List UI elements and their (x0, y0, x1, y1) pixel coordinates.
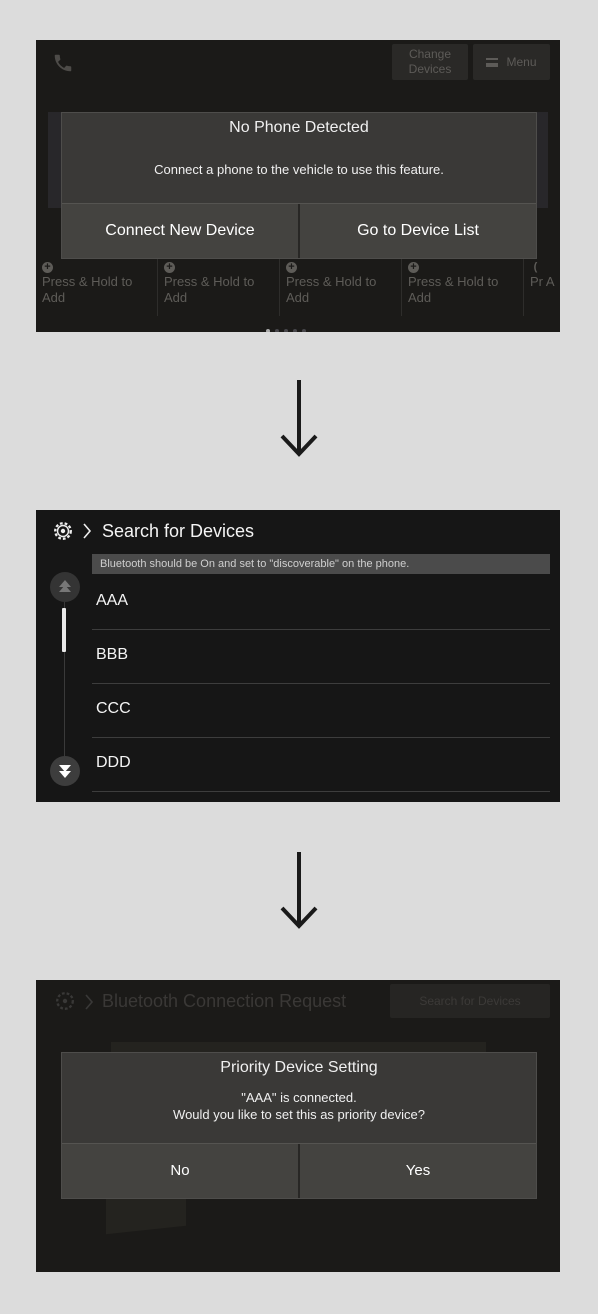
favorite-slot[interactable]: (Pr A (524, 258, 560, 314)
menu-icon (486, 58, 499, 68)
page-dot[interactable] (284, 329, 288, 332)
device-item-ddd[interactable]: DDD (92, 738, 550, 792)
device-item-aaa[interactable]: AAA (92, 576, 550, 630)
device-item-bbb[interactable]: BBB (92, 630, 550, 684)
header: Search for Devices (36, 510, 560, 552)
favorites-row: + Press & Hold to Add + Press & Hold to Ad… (42, 258, 560, 318)
favorite-label: Press & Hold to Add (164, 274, 255, 305)
gear-icon (56, 992, 74, 1010)
favorite-label: Pr A (530, 274, 555, 289)
page-dot[interactable] (302, 329, 306, 332)
scroll-down-button[interactable] (50, 756, 80, 786)
scroll-down-icon (59, 765, 71, 778)
no-phone-screen: Change Devices Menu + Press & Hold to Add… (36, 40, 560, 332)
dialog-title: No Phone Detected (229, 119, 369, 136)
dialog-title: Priority Device Setting (220, 1059, 378, 1076)
connection-request-screen: Bluetooth Connection Request Search for … (36, 980, 560, 1272)
dialog-buttons: No Yes (62, 1143, 536, 1198)
page-indicator (266, 320, 311, 332)
bluetooth-hint: Bluetooth should be On and set to "disco… (92, 554, 550, 574)
page-title: Bluetooth Connection Request (102, 991, 347, 1011)
priority-device-dialog: Priority Device Setting "AAA" is connect… (61, 1052, 537, 1199)
scroll-up-button[interactable] (50, 572, 80, 602)
plus-icon: + (164, 262, 175, 273)
menu-button[interactable]: Menu (473, 44, 550, 80)
dialog-message-line1: "AAA" is connected. (241, 1090, 357, 1105)
plus-icon: + (286, 262, 297, 273)
page-dot[interactable] (266, 329, 270, 332)
favorite-slot[interactable]: + Press & Hold to Add (36, 258, 154, 314)
scrollbar-thumb[interactable] (62, 608, 66, 652)
favorite-label: Press & Hold to Add (42, 274, 133, 305)
scroll-up-icon (59, 580, 71, 592)
page-title: Search for Devices (102, 521, 255, 541)
arrow-down-icon (280, 852, 318, 929)
no-phone-dialog: No Phone Detected Connect a phone to the… (61, 112, 537, 259)
page-dot[interactable] (275, 329, 279, 332)
go-to-device-list-button[interactable]: Go to Device List (298, 204, 536, 258)
chevron-right-icon (85, 994, 94, 1010)
page-dot[interactable] (293, 329, 297, 332)
dialog-message: Connect a phone to the vehicle to use th… (154, 162, 444, 177)
menu-label: Menu (506, 55, 537, 69)
no-button[interactable]: No (62, 1144, 298, 1198)
connect-new-device-button[interactable]: Connect New Device (62, 204, 298, 258)
favorite-label: Press & Hold to Add (408, 274, 499, 305)
favorite-label: Press & Hold to Add (286, 274, 377, 305)
dialog-message-line2: Would you like to set this as priority d… (173, 1107, 425, 1122)
chevron-right-icon (83, 523, 92, 539)
favorite-slot[interactable]: + Press & Hold to Add (280, 258, 398, 314)
plus-icon: ( (533, 261, 538, 273)
favorite-slot[interactable]: + Press & Hold to Add (402, 258, 520, 314)
yes-button[interactable]: Yes (298, 1144, 536, 1198)
dialog-buttons: Connect New Device Go to Device List (62, 203, 536, 258)
plus-icon: + (408, 262, 419, 273)
gear-icon[interactable] (52, 520, 74, 542)
change-devices-button[interactable]: Change Devices (392, 44, 468, 80)
device-list: AAA BBB CCC DDD (92, 576, 550, 792)
plus-icon: + (42, 262, 53, 273)
device-item-ccc[interactable]: CCC (92, 684, 550, 738)
search-devices-screen: Search for Devices Bluetooth should be O… (36, 510, 560, 802)
arrow-down-icon (280, 380, 318, 457)
phone-icon[interactable] (52, 52, 74, 74)
search-for-devices-button[interactable]: Search for Devices (390, 984, 550, 1018)
favorite-slot[interactable]: + Press & Hold to Add (158, 258, 276, 314)
